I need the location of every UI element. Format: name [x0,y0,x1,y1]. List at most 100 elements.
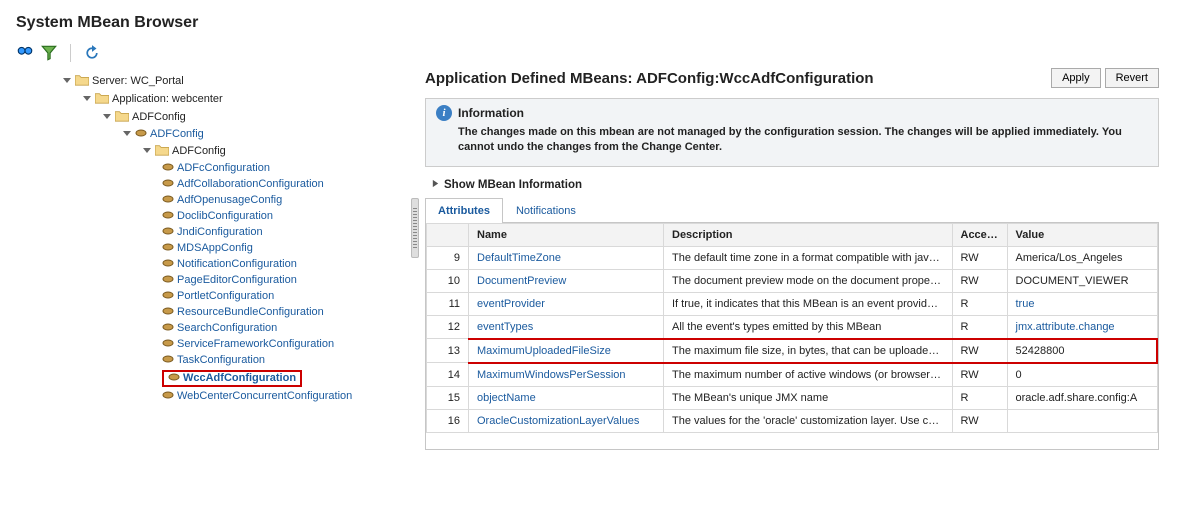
tree-leaf[interactable]: WccAdfConfiguration [162,368,417,388]
collapse-icon[interactable] [82,94,92,104]
table-row[interactable]: 15objectNameThe MBean's unique JMX nameR… [427,386,1158,409]
info-panel: i Information The changes made on this m… [425,98,1159,167]
show-mbean-info-toggle[interactable]: Show MBean Information [431,179,1159,191]
col-idx[interactable] [427,223,469,246]
tree-leaf[interactable]: AdfOpenusageConfig [162,192,417,208]
cell-value: 0 [1007,363,1157,387]
tree-leaf[interactable]: NotificationConfiguration [162,256,417,272]
col-description[interactable]: Description [664,223,953,246]
tree-leaf[interactable]: PageEditorConfiguration [162,272,417,288]
cell-description: All the event's types emitted by this MB… [664,315,953,339]
collapse-icon[interactable] [102,112,112,122]
cell-name: DefaultTimeZone [469,246,664,269]
tree-node-label: ADFConfig [150,128,204,140]
tree-leaf[interactable]: MDSAppConfig [162,240,417,256]
splitter-handle[interactable] [411,198,419,258]
attr-link[interactable]: eventProvider [477,298,545,310]
find-icon[interactable] [16,44,34,62]
cell-name: eventTypes [469,315,664,339]
value-link[interactable]: jmx.attribute.change [1016,321,1115,333]
tree-leaf[interactable]: ADFcConfiguration [162,160,417,176]
cell-name: objectName [469,386,664,409]
collapse-icon[interactable] [142,146,152,156]
collapse-icon[interactable] [122,129,132,139]
expand-icon [431,179,440,191]
cell-access: R [952,292,1007,315]
value-text: oracle.adf.share.config:A [1016,392,1138,404]
tree-leaf-label: WebCenterConcurrentConfiguration [177,390,352,402]
refresh-icon[interactable] [83,44,101,62]
show-mbean-info-label: Show MBean Information [444,179,582,191]
tree-leaf[interactable]: PortletConfiguration [162,288,417,304]
apply-button[interactable]: Apply [1051,68,1101,88]
bean-icon [162,354,174,367]
tree-leaf[interactable]: AdfCollaborationConfiguration [162,176,417,192]
folder-icon [155,144,169,159]
cell-access: RW [952,409,1007,432]
bean-icon [162,390,174,403]
bean-icon [162,322,174,335]
tree-leaf[interactable]: JndiConfiguration [162,224,417,240]
tree-leaf[interactable]: ResourceBundleConfiguration [162,304,417,320]
tabs: Attributes Notifications [425,197,1159,223]
folder-icon [95,92,109,107]
cell-index: 11 [427,292,469,315]
bean-icon [162,258,174,271]
attr-link[interactable]: eventTypes [477,321,533,333]
tree-leaf[interactable]: WebCenterConcurrentConfiguration [162,388,417,404]
collapse-icon[interactable] [62,76,72,86]
revert-button[interactable]: Revert [1105,68,1159,88]
tree-node-server[interactable]: Server: WC_Portal [62,72,417,90]
attr-link[interactable]: MaximumUploadedFileSize [477,345,611,357]
horizontal-scrollbar[interactable] [426,433,1158,449]
tree-leaf[interactable]: SearchConfiguration [162,320,417,336]
tree-node-adfconfig[interactable]: ADFConfig [102,108,417,126]
table-row[interactable]: 10DocumentPreviewThe document preview mo… [427,269,1158,292]
cell-description: If true, it indicates that this MBean is… [664,292,953,315]
table-row[interactable]: 13MaximumUploadedFileSizeThe maximum fil… [427,339,1158,363]
tree-node-label: ADFConfig [132,111,186,123]
value-text: 52428800 [1016,345,1065,357]
bean-icon [162,210,174,223]
tree-node-label: Server: WC_Portal [92,75,184,87]
bean-icon [135,128,147,141]
tree-leaf-label: PortletConfiguration [177,290,274,302]
attr-link[interactable]: MaximumWindowsPerSession [477,369,626,381]
cell-name: DocumentPreview [469,269,664,292]
tab-notifications[interactable]: Notifications [503,198,589,223]
filter-icon[interactable] [40,44,58,62]
tree-node-adfconfig-link[interactable]: ADFConfig [122,126,417,142]
cell-access: RW [952,363,1007,387]
table-row[interactable]: 16OracleCustomizationLayerValuesThe valu… [427,409,1158,432]
table-row[interactable]: 9DefaultTimeZoneThe default time zone in… [427,246,1158,269]
tree-leaf[interactable]: TaskConfiguration [162,352,417,368]
col-value[interactable]: Value [1007,223,1157,246]
table-row[interactable]: 14MaximumWindowsPerSessionThe maximum nu… [427,363,1158,387]
tree-node-label: Application: webcenter [112,93,223,105]
cell-access: R [952,386,1007,409]
cell-name: MaximumUploadedFileSize [469,339,664,363]
table-row[interactable]: 11 eventProvider If true, it indicates tha… [427,292,1158,315]
attr-link[interactable]: objectName [477,392,536,404]
value-link[interactable]: true [1016,298,1035,310]
tree-leaf[interactable]: DoclibConfiguration [162,208,417,224]
attr-link[interactable]: DocumentPreview [477,275,566,287]
separator [70,44,71,62]
tree-node-app[interactable]: Application: webcenter [82,90,417,108]
tree-leaf-label: AdfCollaborationConfiguration [177,178,324,190]
tree-leaf[interactable]: ServiceFrameworkConfiguration [162,336,417,352]
cell-index: 10 [427,269,469,292]
attr-link[interactable]: OracleCustomizationLayerValues [477,415,639,427]
col-name[interactable]: Name [469,223,664,246]
tree-leaf-label: JndiConfiguration [177,226,263,238]
tree-node-adfconfig-folder[interactable]: ADFConfig [142,142,417,160]
cell-index: 14 [427,363,469,387]
tree: Server: WC_Portal Application: webcenter [12,68,417,450]
col-access[interactable]: Access [952,223,1007,246]
tree-leaf-label: ResourceBundleConfiguration [177,306,324,318]
table-row[interactable]: 12eventTypesAll the event's types emitte… [427,315,1158,339]
tab-attributes[interactable]: Attributes [425,198,503,223]
page-title: System MBean Browser [12,8,1171,42]
attr-link[interactable]: DefaultTimeZone [477,252,561,264]
cell-value: DOCUMENT_VIEWER [1007,269,1157,292]
